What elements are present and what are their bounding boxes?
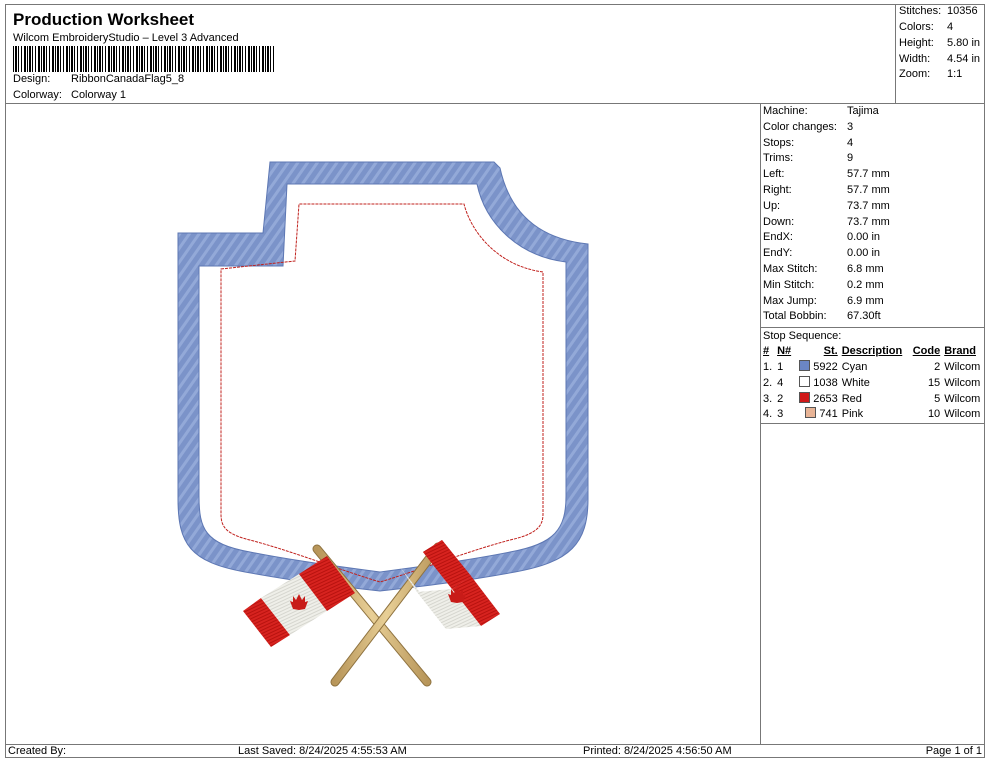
info-min-stitch: Min Stitch: 0.2 mm	[763, 278, 884, 291]
info-left: Left: 57.7 mm	[763, 168, 890, 181]
stop-sequence-label: Stop Sequence:	[763, 330, 842, 343]
info-endy: EndY: 0.00 in	[763, 247, 881, 260]
info-max-jump: Max Jump: 6.9 mm	[763, 294, 884, 307]
info-max-stitch: Max Stitch: 6.8 mm	[763, 262, 884, 275]
info-trims: Trims: 9	[763, 152, 854, 165]
colorway-row: Colorway: Colorway 1	[13, 89, 126, 101]
created-by: Created By:	[8, 745, 67, 757]
info-endx: EndX: 0.00 in	[763, 231, 881, 244]
ribbon-frame	[177, 161, 589, 592]
table-row: 4. 3 741 Pink 10 Wilcom	[763, 407, 981, 421]
stop-sequence-table: # N# St. Description Code Brand 1. 1 5922…	[761, 344, 985, 423]
embroidery-design	[177, 161, 589, 687]
info-down: Down: 73.7 mm	[763, 215, 890, 228]
barcode	[13, 46, 275, 72]
info-total-bobbin: Total Bobbin: 67.30ft	[763, 310, 881, 323]
printed-date: Printed: 8/24/2025 4:56:50 AM	[583, 745, 732, 757]
info-machine: Machine: Tajima	[763, 105, 879, 117]
design-label: Design:	[13, 73, 51, 85]
page-number: Page 1 of 1	[925, 745, 982, 757]
info-color-changes: Color changes: 3	[763, 120, 854, 133]
stat-colors: Colors: 4	[899, 21, 954, 33]
stat-width: Width: 4.54 in	[899, 53, 981, 65]
table-row: 1. 1 5922 Cyan 2 Wilcom	[763, 359, 981, 373]
design-preview	[5, 104, 761, 744]
info-stops: Stops: 4	[763, 136, 854, 149]
color-swatch	[799, 375, 811, 387]
info-up: Up: 73.7 mm	[763, 199, 890, 212]
table-row: 3. 2 2653 Red 5 Wilcom	[763, 391, 981, 405]
design-value: RibbonCanadaFlag5_8	[71, 73, 185, 85]
color-swatch	[799, 391, 811, 403]
stat-zoom: Zoom: 1:1	[899, 68, 963, 80]
color-swatch	[799, 359, 811, 371]
color-swatch	[805, 407, 817, 419]
stats-panel: Stitches: 10356 Colors: 4 Height: 5.80 in W…	[896, 4, 985, 104]
table-row: 2. 4 1038 White 15 Wilcom	[763, 375, 981, 389]
worksheet-header: Production Worksheet Wilcom EmbroiderySt…	[5, 4, 896, 104]
colorway-value: Colorway 1	[71, 89, 127, 101]
info-right: Right: 57.7 mm	[763, 183, 890, 196]
stat-stitches: Stitches: 10356	[899, 5, 978, 17]
stop-sequence: Stop Sequence: # N# St. Description Code…	[761, 327, 985, 425]
design-row: Design: RibbonCanadaFlag5_8	[13, 73, 184, 85]
page-title: Production Worksheet	[13, 10, 195, 29]
software-name: Wilcom EmbroideryStudio – Level 3 Advanc…	[13, 32, 239, 44]
last-saved: Last Saved: 8/24/2025 4:55:53 AM	[238, 745, 407, 757]
machine-info-panel: Machine: Tajima Color changes: 3 Stops: 4 T…	[761, 104, 985, 425]
stat-height: Height: 5.80 in	[899, 37, 981, 49]
table-header: # N# St. Description Code Brand	[763, 345, 976, 358]
colorway-label: Colorway:	[13, 89, 62, 101]
worksheet-footer: Created By: Last Saved: 8/24/2025 4:55:5…	[5, 744, 985, 758]
